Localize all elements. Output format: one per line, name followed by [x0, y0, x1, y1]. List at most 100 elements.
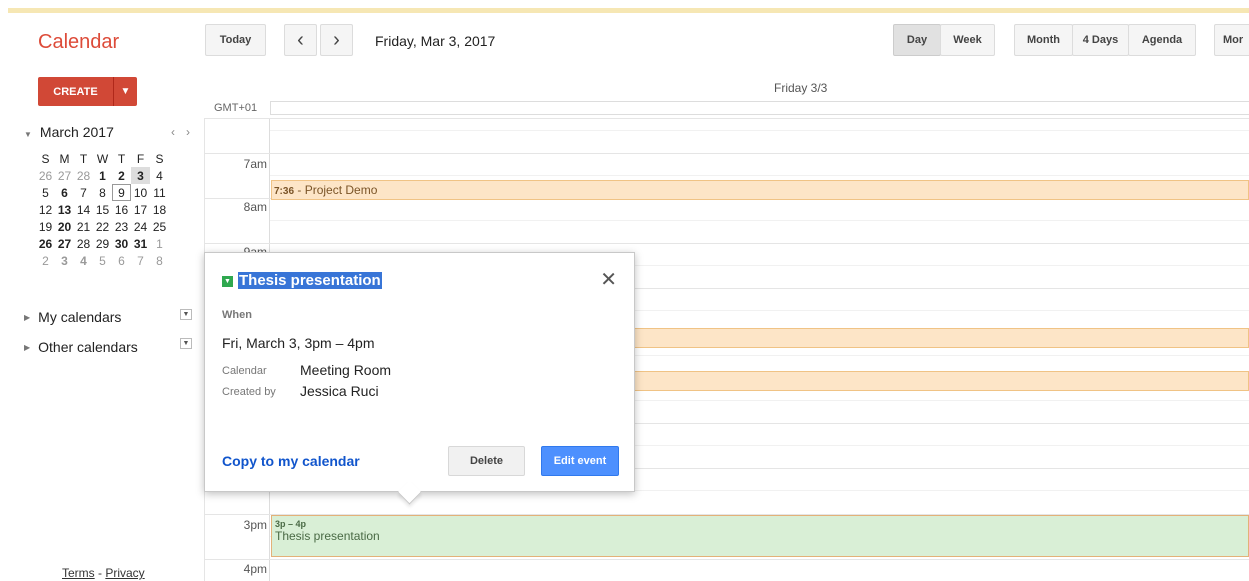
event-title: Project Demo — [304, 183, 378, 197]
mini-calendar-grid: S M T W T F S 26 27 28 1 2 3 4 5 6 7 8 9… — [36, 150, 169, 269]
mini-prev-button[interactable]: ‹ — [171, 125, 175, 139]
mini-day[interactable]: 26 — [36, 167, 55, 184]
mini-day[interactable]: 27 — [55, 167, 74, 184]
mini-day[interactable]: 7 — [131, 252, 150, 269]
mini-day[interactable]: 2 — [36, 252, 55, 269]
view-week-button[interactable]: Week — [940, 24, 995, 56]
event-project-demo[interactable]: 7:36 - Project Demo — [271, 180, 1249, 200]
weekday-label: S — [155, 151, 164, 166]
other-calendars-menu-icon[interactable]: ▼ — [180, 338, 192, 349]
collapse-triangle-icon[interactable]: ▼ — [24, 130, 32, 139]
when-value: Fri, March 3, 3pm – 4pm — [222, 335, 375, 351]
footer-separator: - — [94, 566, 106, 580]
expand-triangle-icon: ▶ — [24, 342, 31, 352]
mini-day[interactable]: 24 — [131, 218, 150, 235]
mini-day[interactable]: 14 — [74, 201, 93, 218]
popup-event-title: Thesis presentation — [238, 272, 382, 289]
event-time: 7:36 — [274, 186, 295, 197]
mini-day[interactable]: 6 — [112, 252, 131, 269]
mini-day[interactable]: 1 — [150, 235, 169, 252]
mini-day[interactable]: 11 — [150, 184, 169, 201]
mini-day[interactable]: 31 — [131, 235, 150, 252]
all-day-row[interactable] — [270, 101, 1249, 115]
create-label: CREATE — [38, 77, 114, 106]
my-calendars-label: My calendars — [38, 309, 122, 325]
mini-day[interactable]: 20 — [55, 218, 74, 235]
view-day-button[interactable]: Day — [893, 24, 941, 56]
view-agenda-button[interactable]: Agenda — [1128, 24, 1196, 56]
calendar-color-dropdown-icon[interactable]: ▼ — [222, 276, 233, 287]
mini-day[interactable]: 23 — [112, 218, 131, 235]
mini-day[interactable]: 27 — [55, 235, 74, 252]
when-label: When — [222, 309, 252, 321]
mini-day[interactable]: 26 — [36, 235, 55, 252]
hour-label-3pm: 3pm — [243, 518, 267, 532]
mini-day[interactable]: 7 — [74, 184, 93, 201]
mini-day-selected[interactable]: 3 — [131, 167, 150, 184]
mini-calendar-header: ▼ March 2017 — [24, 124, 194, 140]
mini-day[interactable]: 18 — [150, 201, 169, 218]
mini-day[interactable]: 29 — [93, 235, 112, 252]
mini-day[interactable]: 19 — [36, 218, 55, 235]
mini-day[interactable]: 10 — [131, 184, 150, 201]
mini-day[interactable]: 1 — [93, 167, 112, 184]
weekday-label: W — [96, 151, 109, 166]
edit-event-button[interactable]: Edit event — [541, 446, 619, 476]
more-button[interactable]: Mor — [1214, 24, 1249, 56]
today-button[interactable]: Today — [205, 24, 266, 56]
mini-day[interactable]: 5 — [36, 184, 55, 201]
next-period-button[interactable]: › — [320, 24, 353, 56]
view-4days-button[interactable]: 4 Days — [1072, 24, 1129, 56]
delete-button[interactable]: Delete — [448, 446, 525, 476]
current-date-title: Friday, Mar 3, 2017 — [375, 33, 496, 49]
create-button[interactable]: CREATE ▼ — [38, 77, 137, 106]
mini-day[interactable]: 28 — [74, 235, 93, 252]
privacy-link[interactable]: Privacy — [105, 566, 144, 580]
mini-day[interactable]: 25 — [150, 218, 169, 235]
grid-line — [270, 130, 1249, 131]
weekday-label: S — [41, 151, 50, 166]
mini-day[interactable]: 4 — [74, 252, 93, 269]
create-dropdown-icon[interactable]: ▼ — [114, 86, 137, 97]
chevron-left-icon: ‹ — [297, 28, 304, 51]
mini-day[interactable]: 30 — [112, 235, 131, 252]
my-calendars-menu-icon[interactable]: ▼ — [180, 309, 192, 320]
grid-line — [204, 559, 1249, 560]
event-time: 3p – 4p — [275, 519, 307, 529]
close-icon[interactable]: ✕ — [600, 267, 617, 292]
mini-day[interactable]: 15 — [93, 201, 112, 218]
prev-period-button[interactable]: ‹ — [284, 24, 317, 56]
mini-day[interactable]: 28 — [74, 167, 93, 184]
mini-day[interactable]: 16 — [112, 201, 131, 218]
my-calendars-toggle[interactable]: ▶ My calendars — [24, 309, 121, 325]
mini-day[interactable]: 3 — [55, 252, 74, 269]
mini-day[interactable]: 21 — [74, 218, 93, 235]
mini-day[interactable]: 5 — [93, 252, 112, 269]
chevron-right-icon: › — [333, 28, 340, 51]
hour-label-4pm: 4pm — [243, 562, 267, 576]
event-separator: - — [294, 183, 305, 197]
mini-day[interactable]: 8 — [150, 252, 169, 269]
mini-day[interactable]: 22 — [93, 218, 112, 235]
copy-to-calendar-link[interactable]: Copy to my calendar — [222, 453, 360, 469]
mini-day[interactable]: 12 — [36, 201, 55, 218]
weekday-label: T — [117, 151, 126, 166]
mini-day[interactable]: 13 — [55, 201, 74, 218]
grid-line — [270, 220, 1249, 221]
terms-link[interactable]: Terms — [62, 566, 95, 580]
mini-day[interactable]: 6 — [55, 184, 74, 201]
mini-day[interactable]: 8 — [93, 184, 112, 201]
mini-day-today[interactable]: 9 — [112, 184, 131, 201]
grid-line — [204, 118, 1249, 119]
view-month-button[interactable]: Month — [1014, 24, 1073, 56]
mini-next-button[interactable]: › — [186, 125, 190, 139]
mini-day[interactable]: 17 — [131, 201, 150, 218]
event-thesis-presentation[interactable]: 3p – 4p Thesis presentation — [271, 515, 1249, 557]
grid-line — [270, 175, 1249, 176]
mini-day[interactable]: 4 — [150, 167, 169, 184]
mini-day[interactable]: 2 — [112, 167, 131, 184]
expand-triangle-icon: ▶ — [24, 312, 31, 322]
other-calendars-toggle[interactable]: ▶ Other calendars — [24, 339, 138, 355]
weekday-label: F — [136, 151, 145, 166]
day-column-header[interactable]: Friday 3/3 — [774, 81, 827, 95]
